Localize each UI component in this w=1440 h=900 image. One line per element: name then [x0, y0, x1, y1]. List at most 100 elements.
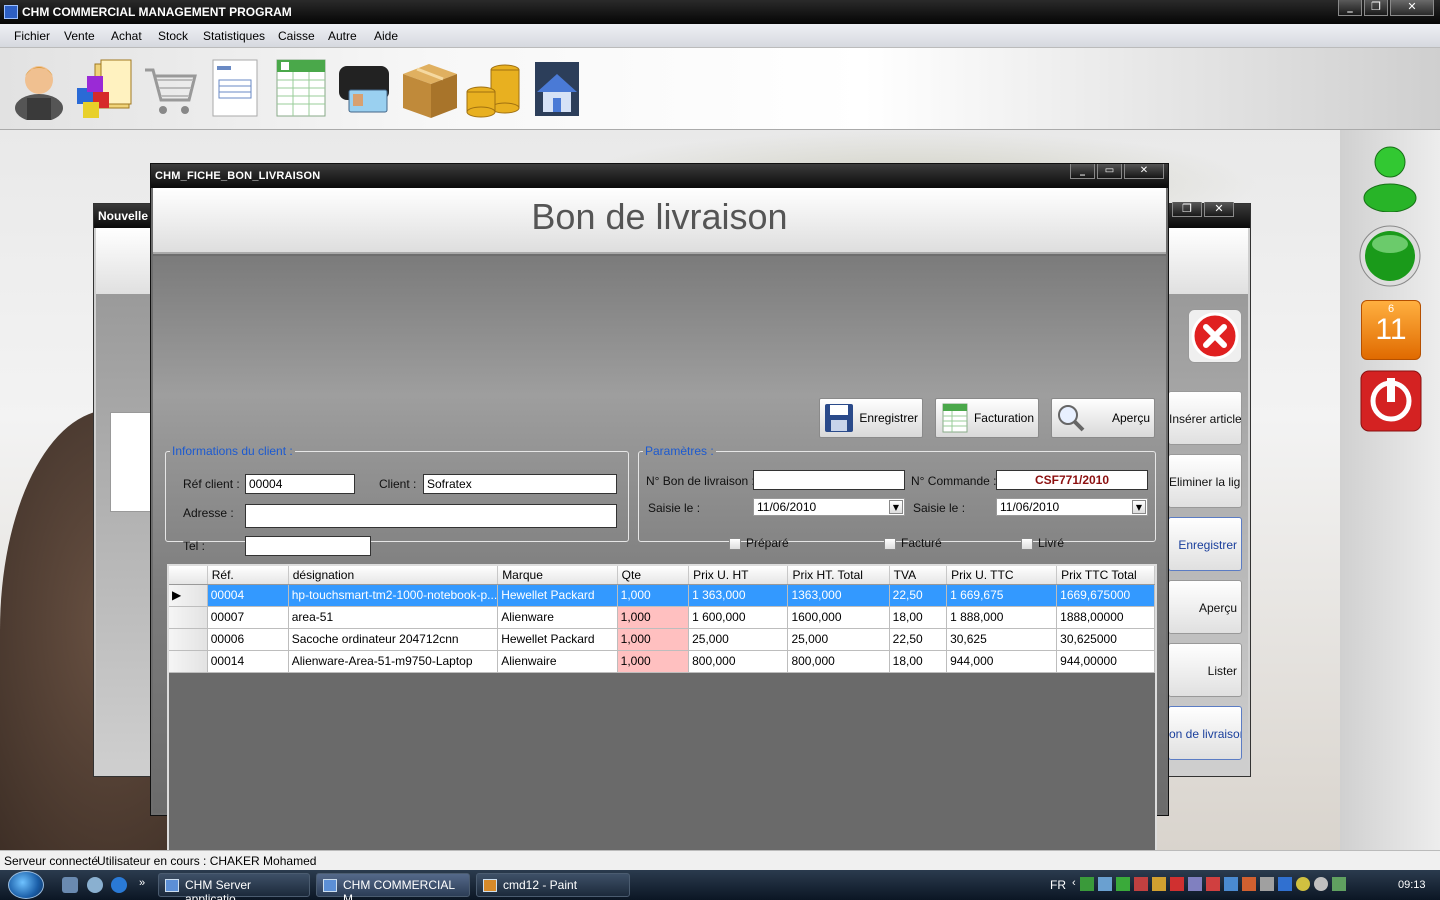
cubes-folder-icon[interactable] [72, 56, 134, 120]
order-number-field[interactable]: CSF771/2010 [996, 470, 1148, 490]
tel-field[interactable] [245, 536, 371, 556]
menu-fichier[interactable]: Fichier [14, 29, 50, 43]
start-button[interactable] [8, 871, 44, 899]
save-button[interactable]: Enregistrer [819, 398, 923, 438]
column-header-total-ttc[interactable]: Prix TTC Total [1056, 566, 1155, 585]
table-row[interactable]: 00014 Alienware-Area-51-m9750-Laptop Ali… [169, 650, 1155, 673]
dialog-maximize-button[interactable]: ▭ [1097, 164, 1122, 179]
cell-ref[interactable]: 00007 [207, 606, 289, 629]
chevron-down-icon[interactable]: ▼ [1132, 500, 1146, 514]
cell-brand[interactable]: Hewellet Packard [497, 584, 618, 607]
calendar-icon[interactable]: 6 11 [1361, 300, 1421, 360]
dialog-minimize-button[interactable]: _ [1070, 164, 1095, 179]
column-header-vat[interactable]: TVA [889, 566, 948, 585]
cell-ref[interactable]: 00006 [207, 628, 289, 651]
cell-unit-price-ttc[interactable]: 30,625 [946, 628, 1058, 651]
cell-vat[interactable]: 18,00 [889, 650, 948, 673]
dialog-close-button[interactable]: ✕ [1124, 164, 1164, 179]
row-selector[interactable] [169, 628, 208, 651]
cell-total-ht[interactable]: 800,000 [787, 650, 890, 673]
entry-date-picker-1[interactable]: 11/06/2010 ▼ [753, 498, 905, 516]
cell-unit-price-ht[interactable]: 25,000 [688, 628, 789, 651]
cell-total-ht[interactable]: 1363,000 [787, 584, 890, 607]
cell-designation[interactable]: Alienware-Area-51-m9750-Laptop [288, 650, 499, 673]
cell-designation[interactable]: area-51 [288, 606, 499, 629]
column-header-unit-price-ttc[interactable]: Prix U. TTC [946, 566, 1058, 585]
restore-button[interactable]: ❐ [1364, 0, 1388, 16]
cell-brand[interactable]: Hewellet Packard [497, 628, 618, 651]
bg-preview-button[interactable]: Aperçu [1168, 580, 1242, 634]
menu-statistiques[interactable]: Statistiques [203, 29, 265, 43]
cell-ref[interactable]: 00014 [207, 650, 289, 673]
row-selector[interactable] [169, 650, 208, 673]
coins-icon[interactable] [462, 56, 524, 120]
show-desktop-icon[interactable] [62, 877, 78, 893]
cell-unit-price-ttc[interactable]: 944,000 [946, 650, 1058, 673]
clock[interactable]: 09:13 [1398, 879, 1426, 891]
invoice-document-icon[interactable] [204, 56, 266, 120]
tool-icon[interactable] [1241, 877, 1256, 891]
wifi-icon[interactable] [1115, 877, 1130, 891]
volume-icon[interactable] [1331, 877, 1346, 891]
language-indicator[interactable]: FR [1050, 878, 1066, 892]
monitor-icon[interactable] [1187, 877, 1202, 891]
cell-vat[interactable]: 22,50 [889, 584, 948, 607]
online-user-icon[interactable] [1362, 142, 1418, 212]
articles-grid[interactable]: Réf. désignation Marque Qte Prix U. HT P… [167, 564, 1157, 897]
delivered-checkbox[interactable] [1021, 538, 1033, 550]
column-header-qty[interactable]: Qte [617, 566, 690, 585]
wallet-cards-icon[interactable] [334, 56, 396, 120]
row-selector[interactable]: ▶ [169, 584, 208, 607]
taskbar-item-paint[interactable]: cmd12 - Paint [476, 873, 630, 897]
cell-total-ttc[interactable]: 1888,00000 [1056, 606, 1155, 629]
alert-icon[interactable] [1205, 877, 1220, 891]
list-button[interactable]: Lister [1168, 643, 1242, 697]
messenger-icon[interactable] [1295, 877, 1310, 891]
menu-autre[interactable]: Autre [328, 29, 357, 43]
cell-total-ttc[interactable]: 30,625000 [1056, 628, 1155, 651]
cell-vat[interactable]: 22,50 [889, 628, 948, 651]
shield-icon[interactable] [1169, 877, 1184, 891]
table-row[interactable]: 00007 area-51 Alienware 1,000 1 600,000 … [169, 606, 1155, 629]
column-header-unit-price-ht[interactable]: Prix U. HT [688, 566, 789, 585]
row-selector[interactable] [169, 606, 208, 629]
invoiced-checkbox[interactable] [884, 538, 896, 550]
shopping-cart-icon[interactable] [138, 56, 200, 120]
ref-client-field[interactable]: 00004 [245, 474, 355, 494]
delivery-number-field[interactable] [753, 470, 905, 490]
internet-explorer-icon[interactable] [111, 877, 127, 893]
display-icon[interactable] [1223, 877, 1238, 891]
user-icon[interactable] [8, 56, 70, 120]
cell-qty[interactable]: 1,000 [617, 584, 690, 607]
table-row[interactable]: ▶ 00004 hp-touchsmart-tm2-1000-notebook-… [169, 584, 1155, 607]
minimize-button[interactable]: _ [1338, 0, 1362, 16]
cell-unit-price-ht[interactable]: 1 363,000 [688, 584, 789, 607]
menu-caisse[interactable]: Caisse [278, 29, 315, 43]
bg-close-button[interactable]: ✕ [1204, 202, 1234, 217]
cell-qty[interactable]: 1,000 [617, 606, 690, 629]
chevron-down-icon[interactable]: ▼ [889, 500, 903, 514]
menu-aide[interactable]: Aide [374, 29, 398, 43]
menu-stock[interactable]: Stock [158, 29, 188, 43]
cell-brand[interactable]: Alienwaire [497, 650, 618, 673]
cancel-icon[interactable] [1188, 309, 1242, 363]
cardboard-box-icon[interactable] [398, 56, 460, 120]
menu-achat[interactable]: Achat [111, 29, 142, 43]
address-field[interactable] [245, 504, 617, 528]
house-icon[interactable] [526, 56, 588, 120]
chat-icon[interactable] [1313, 877, 1328, 891]
network-icon[interactable] [1079, 877, 1094, 891]
prepared-checkbox[interactable] [729, 538, 741, 550]
preview-button[interactable]: Aperçu [1051, 398, 1155, 438]
bg-save-button[interactable]: Enregistrer [1168, 517, 1242, 571]
cell-designation[interactable]: Sacoche ordinateur 204712cnn [288, 628, 499, 651]
column-header-ref[interactable]: Réf. [207, 566, 289, 585]
delete-line-button[interactable]: Eliminer la ligne [1168, 454, 1242, 508]
cell-total-ht[interactable]: 25,000 [787, 628, 890, 651]
entry-date-picker-2[interactable]: 11/06/2010 ▼ [996, 498, 1148, 516]
cell-vat[interactable]: 18,00 [889, 606, 948, 629]
tray-expand-icon[interactable]: ‹ [1072, 877, 1076, 893]
security-icon[interactable] [1133, 877, 1148, 891]
column-header-total-ht[interactable]: Prix HT. Total [787, 566, 890, 585]
cell-unit-price-ttc[interactable]: 1 669,675 [946, 584, 1058, 607]
